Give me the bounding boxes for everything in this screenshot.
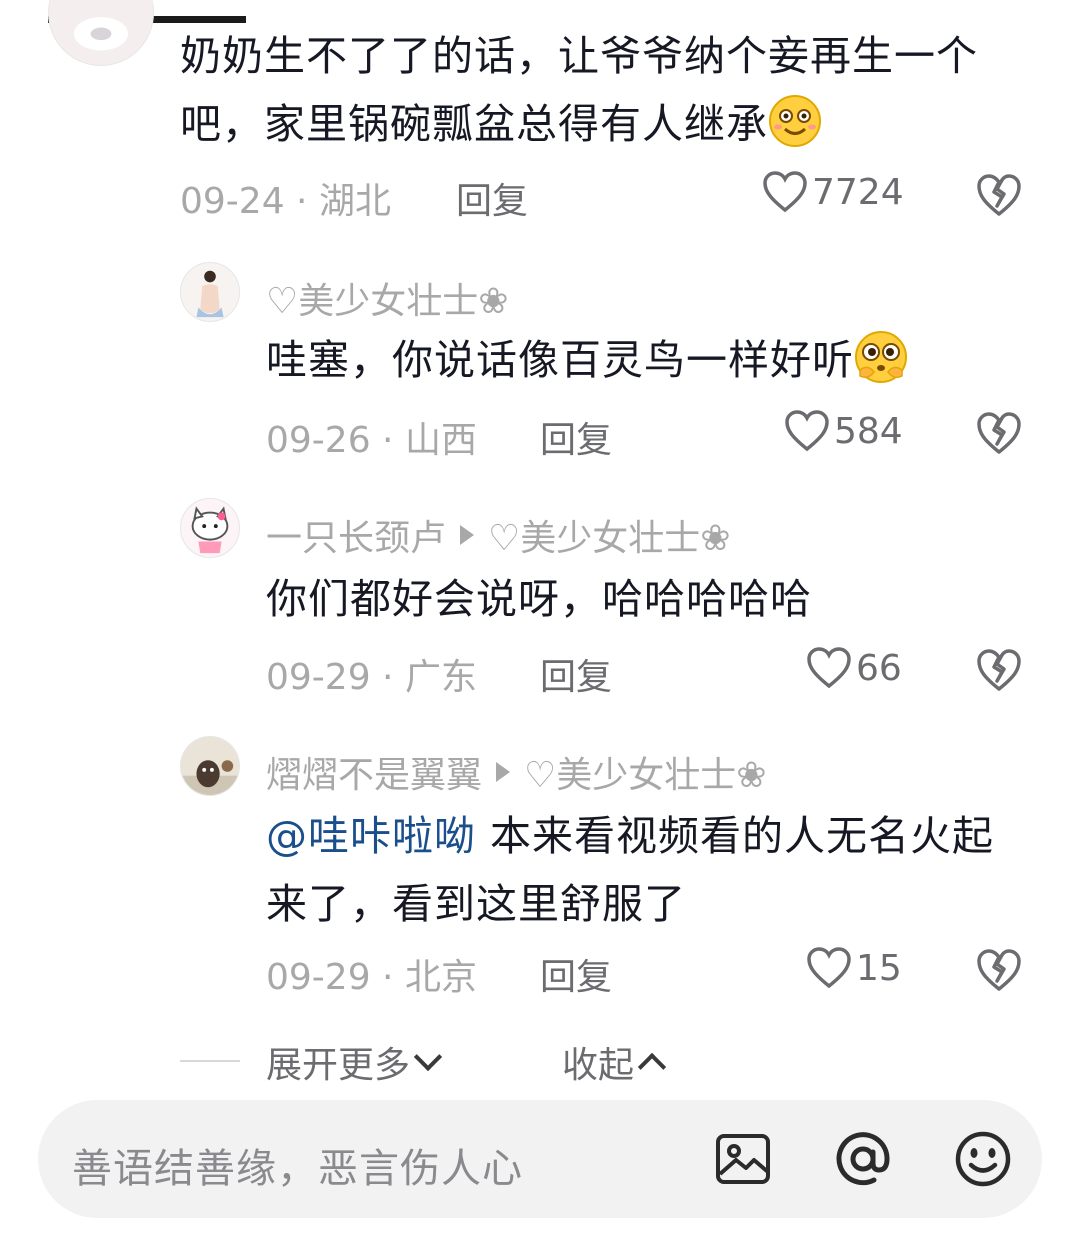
comment-date-location: 09-29 · 北京 xyxy=(266,957,477,998)
reply-arrow-icon xyxy=(496,762,511,782)
like-count: 15 xyxy=(856,947,902,989)
reply-to-username[interactable]: ♡美少女壮士❀ xyxy=(488,509,730,561)
heart-icon xyxy=(807,647,851,689)
image-icon[interactable] xyxy=(714,1130,772,1188)
avatar[interactable] xyxy=(180,736,240,796)
like-button[interactable]: 66 xyxy=(806,646,902,690)
reply-arrow-icon xyxy=(460,525,475,545)
heart-icon xyxy=(807,947,851,989)
like-count: 66 xyxy=(856,647,902,689)
comment-date-location: 09-29 · 广东 xyxy=(266,657,477,698)
reply-button[interactable]: 回复 xyxy=(540,411,612,463)
like-button[interactable]: 7724 xyxy=(762,170,904,214)
comment-username[interactable]: ♡美少女壮士❀ xyxy=(266,272,508,324)
avatar[interactable] xyxy=(48,0,154,66)
reply-to-username[interactable]: ♡美少女壮士❀ xyxy=(524,746,766,798)
avatar[interactable] xyxy=(180,262,240,322)
reply-button[interactable]: 回复 xyxy=(456,172,528,224)
expand-more-button[interactable]: 展开更多 xyxy=(266,1036,443,1088)
broken-heart-icon[interactable] xyxy=(975,947,1023,993)
comment-input[interactable]: 善语结善缘，恶言伤人心 xyxy=(72,1136,523,1194)
comment-date-location: 09-26 · 山西 xyxy=(266,420,477,461)
emoji-icon[interactable] xyxy=(954,1130,1012,1188)
broken-heart-icon[interactable] xyxy=(975,410,1023,456)
collapse-button[interactable]: 收起 xyxy=(562,1036,667,1088)
like-button[interactable]: 584 xyxy=(784,409,903,453)
like-count: 7724 xyxy=(812,171,904,213)
like-count: 584 xyxy=(834,410,903,452)
chevron-up-icon xyxy=(637,1052,667,1082)
broken-heart-icon[interactable] xyxy=(975,647,1023,693)
comment-username[interactable]: 熠熠不是翼翼 ♡美少女壮士❀ xyxy=(266,746,766,798)
comment-date-location: 09-24 · 湖北 xyxy=(180,181,391,222)
heart-icon xyxy=(785,410,829,452)
pleading-face-icon xyxy=(855,331,907,383)
broken-heart-icon[interactable] xyxy=(975,172,1023,218)
avatar[interactable] xyxy=(180,498,240,558)
heart-icon xyxy=(763,171,807,213)
comment-username[interactable]: 一只长颈卢 ♡美少女壮士❀ xyxy=(266,509,730,561)
comment-text: 哇塞，你说话像百灵鸟一样好听 xyxy=(266,326,1006,394)
divider xyxy=(180,1060,240,1062)
at-mention-icon[interactable] xyxy=(834,1130,892,1188)
smiling-face-icon xyxy=(769,95,821,147)
reply-button[interactable]: 回复 xyxy=(540,648,612,700)
reply-button[interactable]: 回复 xyxy=(540,948,612,1000)
comment-text: 你们都好会说呀，哈哈哈哈哈 xyxy=(266,575,812,623)
comment-text: @哇咔啦呦 本来看视频看的人无名火起来了，看到这里舒服了 xyxy=(266,812,995,928)
chevron-down-icon xyxy=(413,1042,443,1072)
mention-link[interactable]: @哇咔啦呦 xyxy=(266,812,476,860)
like-button[interactable]: 15 xyxy=(806,946,902,990)
comment-text: 奶奶生不了了的话，让爷爷纳个妾再生一个吧，家里锅碗瓢盆总得有人继承 xyxy=(180,32,978,148)
